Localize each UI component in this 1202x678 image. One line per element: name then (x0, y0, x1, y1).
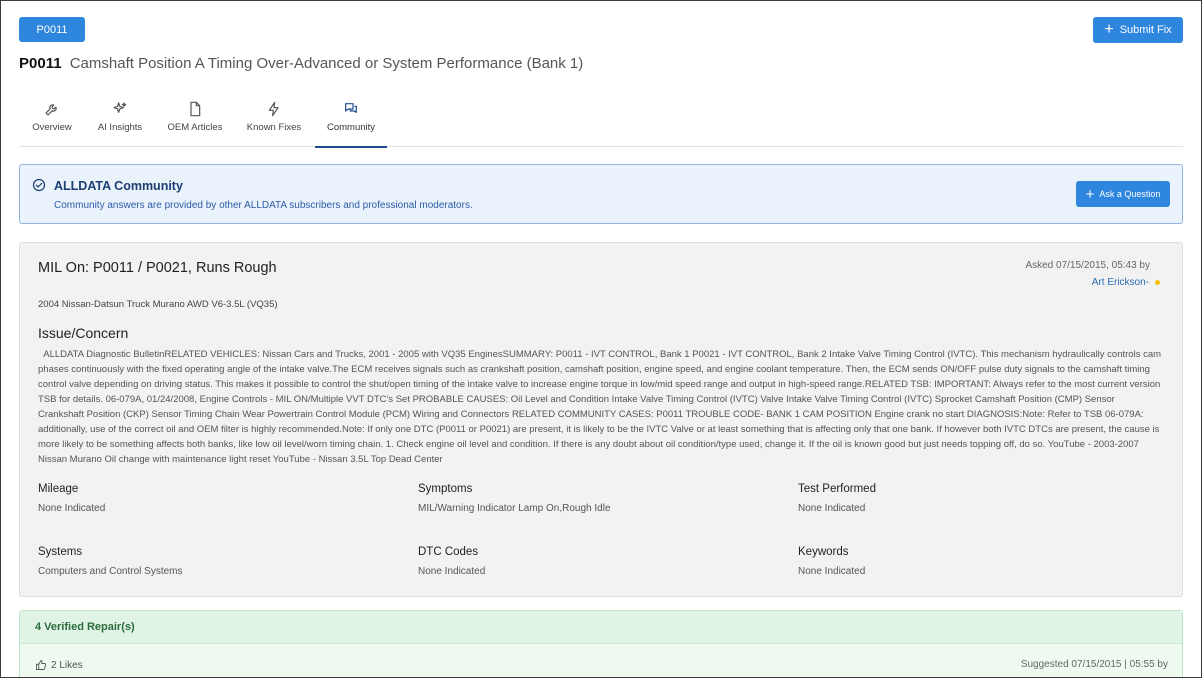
field-value: None Indicated (798, 503, 866, 514)
field-label: DTC Codes (418, 546, 479, 558)
tab-label: Community (326, 122, 376, 133)
tab-bar: Overview AI Insights OEM Articles Known … (19, 97, 1183, 148)
page-title: P0011 Camshaft Position A Timing Over-Ad… (19, 55, 583, 72)
ask-question-label: Ask a Question (1099, 189, 1161, 199)
field-label: Mileage (38, 483, 79, 495)
field-mileage: Mileage None Indicated (38, 483, 105, 514)
tab-label: Overview (32, 122, 72, 133)
community-banner: ALLDATA Community Community answers are … (19, 164, 1183, 224)
check-circle-icon (32, 178, 46, 192)
verified-repairs-heading[interactable]: 4 Verified Repair(s) (20, 611, 1182, 644)
tab-community[interactable]: Community (315, 97, 387, 148)
dtc-code-button[interactable]: P0011 (19, 17, 85, 42)
tab-ai-insights[interactable]: AI Insights (93, 97, 147, 147)
field-test-performed: Test Performed None Indicated (798, 483, 876, 514)
plus-icon: + (1104, 21, 1114, 38)
issue-text-content: ALLDATA Diagnostic BulletinRELATED VEHIC… (38, 349, 1162, 465)
sparkle-icon (113, 102, 127, 113)
plus-icon: + (1085, 185, 1095, 203)
page-title-description: Camshaft Position A Timing Over-Advanced… (69, 55, 584, 72)
ask-question-button[interactable]: + Ask a Question (1076, 181, 1170, 207)
question-card: MIL On: P0011 / P0021, Runs Rough Asked … (19, 242, 1183, 597)
field-value: None Indicated (798, 566, 866, 577)
issue-text: ALLDATA Diagnostic BulletinRELATED VEHIC… (38, 347, 1163, 467)
lightning-icon (268, 101, 279, 117)
tab-label: OEM Articles (167, 122, 223, 133)
field-dtc-codes: DTC Codes None Indicated (418, 546, 485, 577)
field-label: Systems (38, 546, 83, 558)
status-dot-icon (1155, 280, 1160, 285)
field-label: Test Performed (798, 483, 876, 495)
author: Art Erickson- (1092, 277, 1160, 288)
field-value: Computers and Control Systems (38, 566, 183, 577)
question-title: MIL On: P0011 / P0021, Runs Rough (38, 260, 277, 276)
tab-label: Known Fixes (246, 122, 302, 133)
community-title: ALLDATA Community (54, 179, 183, 193)
tab-oem-articles[interactable]: OEM Articles (165, 97, 225, 147)
thumbs-up-icon (36, 660, 47, 670)
asked-timestamp: Asked 07/15/2015, 05:43 by (1025, 260, 1150, 271)
document-icon (190, 101, 201, 117)
tab-known-fixes[interactable]: Known Fixes (245, 97, 303, 147)
vehicle-info: 2004 Nissan-Datsun Truck Murano AWD V6-3… (38, 299, 278, 310)
suggested-timestamp: Suggested 07/15/2015 | 05:55 by (1020, 659, 1168, 670)
likes-count: 2 Likes (51, 659, 83, 671)
field-value: MIL/Warning Indicator Lamp On,Rough Idle (418, 503, 611, 514)
field-label: Symptoms (418, 483, 473, 495)
tab-overview[interactable]: Overview (27, 97, 77, 147)
field-symptoms: Symptoms MIL/Warning Indicator Lamp On,R… (418, 483, 611, 514)
field-value: None Indicated (38, 503, 106, 514)
app-frame: P0011 + Submit Fix P0011 Camshaft Positi… (0, 0, 1202, 678)
author-link[interactable]: Art Erickson- (1092, 277, 1149, 288)
submit-fix-button[interactable]: + Submit Fix (1093, 17, 1183, 43)
field-keywords: Keywords None Indicated (798, 546, 865, 577)
community-subtitle: Community answers are provided by other … (54, 200, 473, 211)
submit-fix-label: Submit Fix (1119, 24, 1172, 36)
tab-label: AI Insights (97, 122, 143, 133)
page-title-code: P0011 (19, 55, 62, 72)
field-value: None Indicated (418, 566, 486, 577)
field-systems: Systems Computers and Control Systems (38, 546, 183, 577)
chat-bubbles-icon (345, 103, 357, 113)
verified-repairs-panel: 4 Verified Repair(s) 2 Likes Suggested 0… (19, 610, 1183, 677)
wrench-icon (45, 104, 57, 116)
field-label: Keywords (798, 546, 849, 558)
likes[interactable]: 2 Likes (35, 659, 83, 671)
issue-heading: Issue/Concern (38, 325, 129, 341)
